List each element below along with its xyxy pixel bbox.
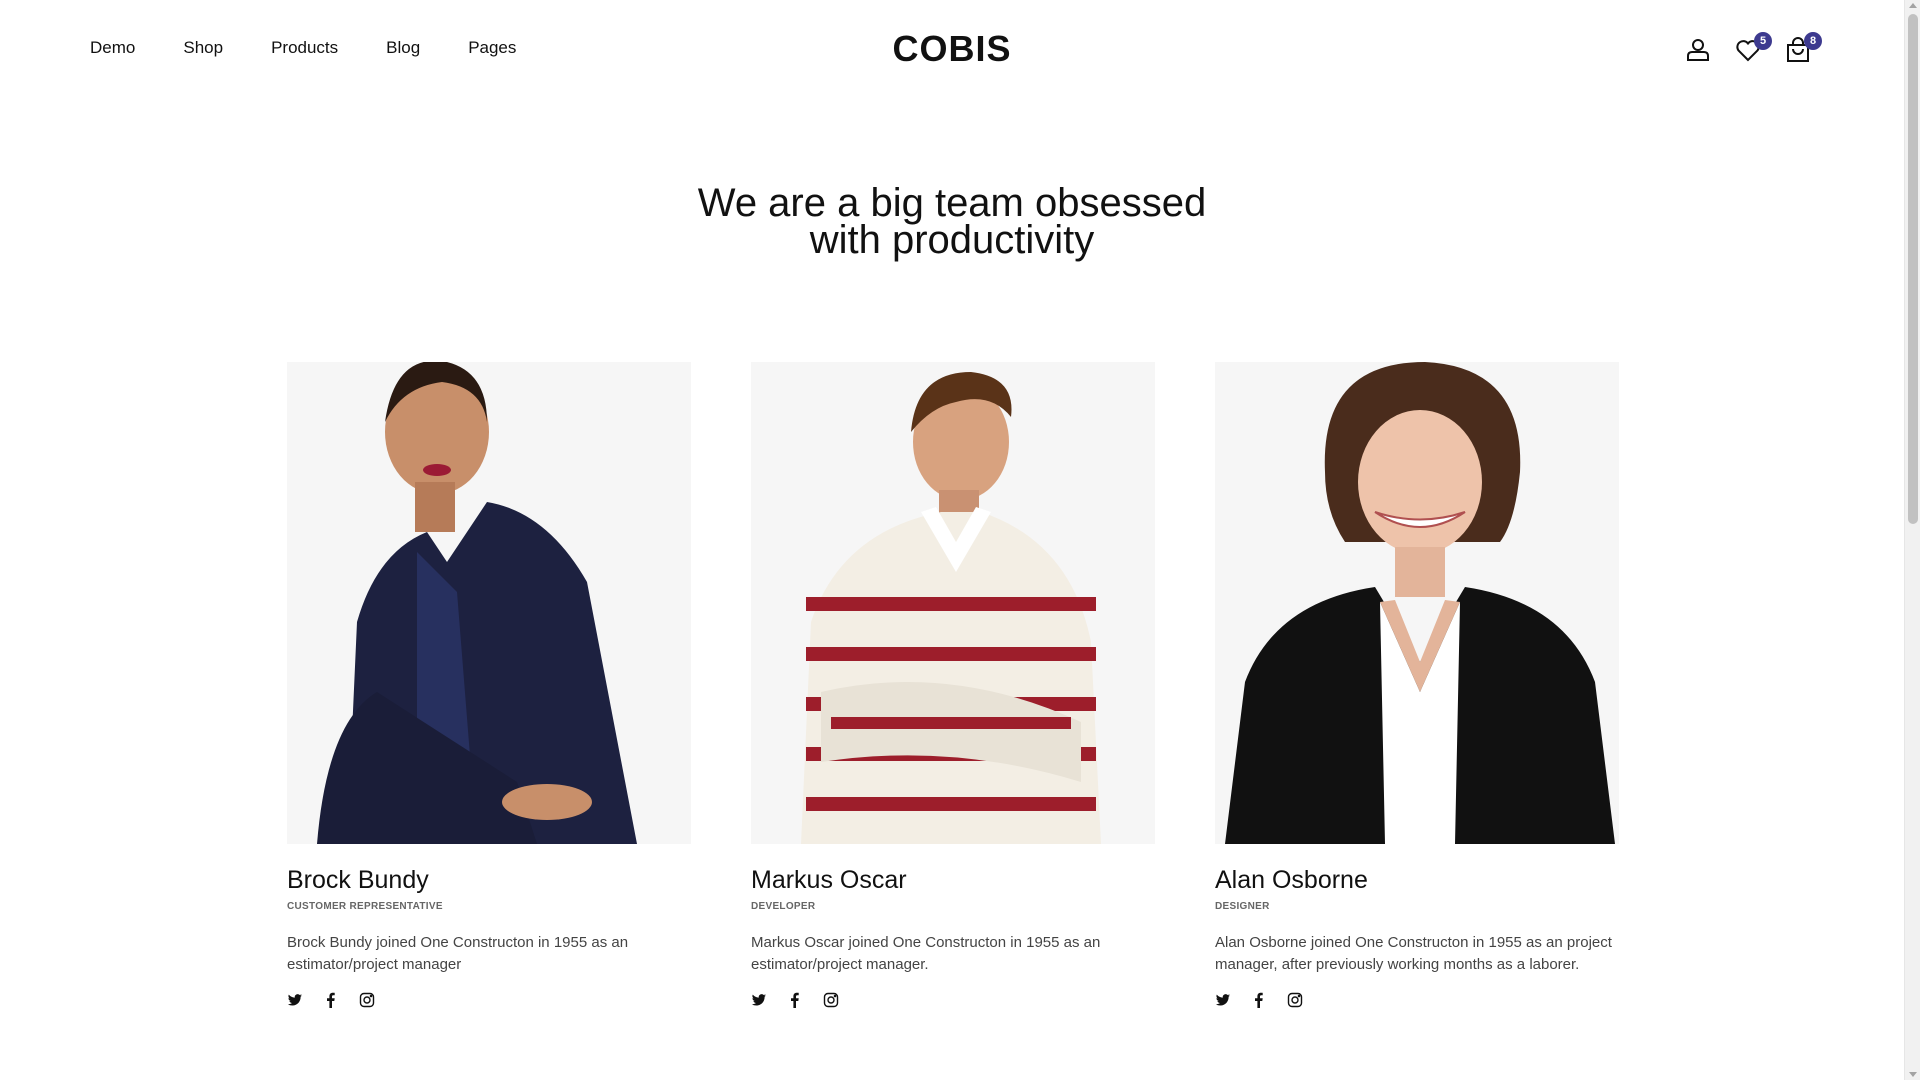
team-member-name: Markus Oscar xyxy=(751,866,907,894)
facebook-link[interactable] xyxy=(323,992,339,1008)
team-member-card: Markus Oscar DEVELOPER Markus Oscar join… xyxy=(751,362,1155,1008)
page-title-line-2: with productivity xyxy=(809,218,1095,262)
team-member-photo[interactable] xyxy=(287,362,691,844)
team-member-bio: Markus Oscar joined One Constructon in 1… xyxy=(751,934,1101,973)
wishlist-button[interactable]: 5 xyxy=(1734,32,1772,64)
facebook-icon xyxy=(1255,992,1263,1008)
instagram-icon xyxy=(1287,992,1303,1008)
scroll-thumb[interactable] xyxy=(1908,14,1918,524)
user-icon xyxy=(1687,39,1709,61)
team-member-photo[interactable] xyxy=(1215,362,1619,844)
page-title: We are a big team obsessed with producti… xyxy=(0,181,1904,262)
social-links xyxy=(1215,992,1619,1008)
facebook-link[interactable] xyxy=(1251,992,1267,1008)
twitter-icon xyxy=(751,994,766,1006)
instagram-link[interactable] xyxy=(1287,992,1303,1008)
scroll-up-arrow[interactable] xyxy=(1909,3,1917,8)
header-actions: 5 8 xyxy=(1684,32,1822,64)
team-member-bio: Alan Osborne joined One Constructon in 1… xyxy=(1215,934,1612,973)
facebook-link[interactable] xyxy=(787,992,803,1008)
instagram-icon xyxy=(823,992,839,1008)
team-member-name: Alan Osborne xyxy=(1215,866,1368,894)
social-links xyxy=(751,992,1155,1008)
team-grid: Brock Bundy CUSTOMER REPRESENTATIVE Broc… xyxy=(287,362,1619,1008)
facebook-icon xyxy=(327,992,335,1008)
page: Demo Shop Products Blog Pages COBIS 5 8 … xyxy=(0,0,1920,1080)
cart-count-badge: 8 xyxy=(1804,32,1822,50)
scroll-down-arrow[interactable] xyxy=(1909,1072,1917,1077)
twitter-link[interactable] xyxy=(287,992,303,1008)
site-logo[interactable]: COBIS xyxy=(0,28,1904,70)
twitter-link[interactable] xyxy=(751,992,767,1008)
twitter-link[interactable] xyxy=(1215,992,1231,1008)
portrait-image xyxy=(287,362,691,844)
site-header: Demo Shop Products Blog Pages COBIS 5 8 xyxy=(0,0,1900,100)
portrait-image xyxy=(1215,362,1619,844)
twitter-icon xyxy=(1215,994,1230,1006)
team-member-role: DESIGNER xyxy=(1215,901,1270,912)
page-title-line-1: We are a big team obsessed xyxy=(697,181,1207,225)
facebook-icon xyxy=(791,992,799,1008)
team-member-bio: Brock Bundy joined One Constructon in 19… xyxy=(287,934,629,973)
team-member-photo[interactable] xyxy=(751,362,1155,844)
instagram-link[interactable] xyxy=(359,992,375,1008)
team-member-card: Alan Osborne DESIGNER Alan Osborne joine… xyxy=(1215,362,1619,1008)
team-member-role: DEVELOPER xyxy=(751,901,816,912)
social-links xyxy=(287,992,691,1008)
twitter-icon xyxy=(287,994,302,1006)
team-member-role: CUSTOMER REPRESENTATIVE xyxy=(287,901,443,912)
instagram-icon xyxy=(359,992,375,1008)
team-member-card: Brock Bundy CUSTOMER REPRESENTATIVE Broc… xyxy=(287,362,691,1008)
team-member-name: Brock Bundy xyxy=(287,866,429,894)
instagram-link[interactable] xyxy=(823,992,839,1008)
cart-button[interactable]: 8 xyxy=(1784,32,1822,64)
wishlist-count-badge: 5 xyxy=(1754,32,1772,50)
portrait-image xyxy=(751,362,1155,844)
account-button[interactable] xyxy=(1684,36,1712,64)
vertical-scrollbar[interactable] xyxy=(1904,0,1920,1080)
